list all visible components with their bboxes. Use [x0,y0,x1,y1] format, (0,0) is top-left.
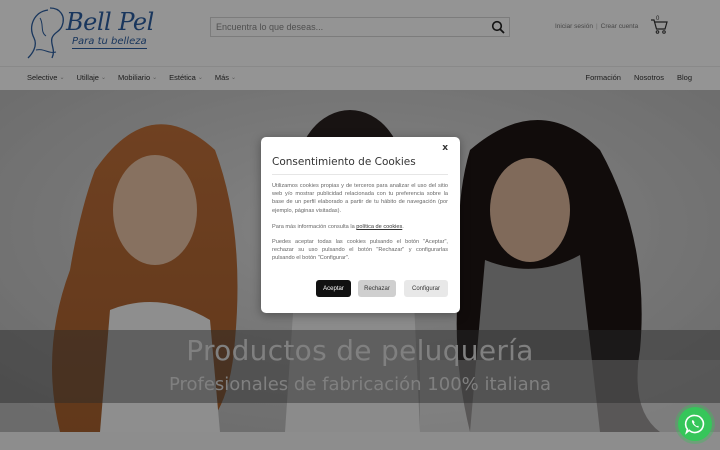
whatsapp-icon [684,414,705,435]
cookie-instructions: Puedes aceptar todas las cookies pulsand… [272,239,448,262]
cookie-description: Utilizamos cookies propias y de terceros… [272,183,448,214]
cookie-consent-dialog: x Consentimiento de Cookies Utilizamos c… [261,137,460,313]
dialog-title: Consentimiento de Cookies [272,156,416,168]
policy-prefix: Para más información consulta la [272,224,357,230]
accept-button[interactable]: Aceptar [316,280,351,297]
whatsapp-button[interactable] [678,407,712,441]
policy-suffix: . [402,224,404,230]
reject-button[interactable]: Rechazar [358,280,396,297]
close-button[interactable]: x [442,143,448,153]
cookie-policy-link[interactable]: política de cookies [356,224,402,230]
configure-button[interactable]: Configurar [404,280,448,297]
divider [272,174,448,175]
cookie-policy-note: Para más información consulta la polític… [272,223,448,231]
